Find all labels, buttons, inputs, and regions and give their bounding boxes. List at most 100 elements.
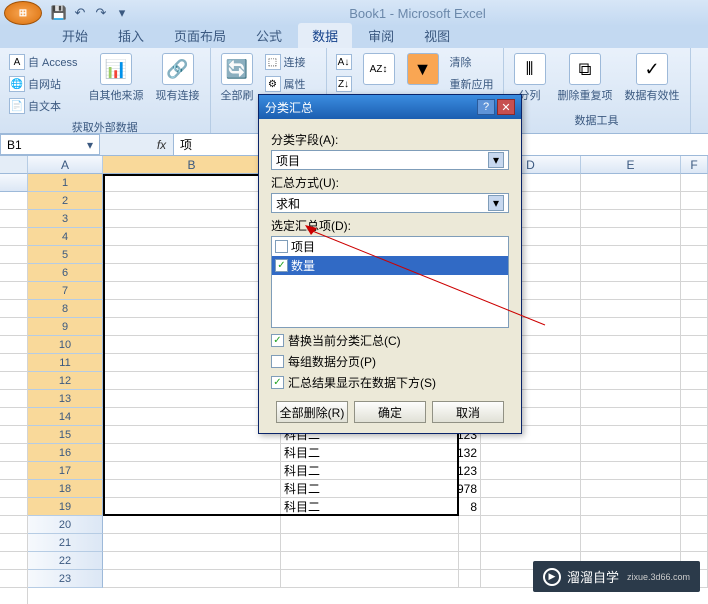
cell[interactable] <box>681 192 708 210</box>
cell[interactable] <box>459 552 481 570</box>
select-all-corner[interactable] <box>0 156 28 174</box>
cell[interactable] <box>0 318 28 336</box>
ok-button[interactable]: 确定 <box>354 401 426 423</box>
cell[interactable] <box>103 174 281 192</box>
cell[interactable] <box>0 480 28 498</box>
row-header[interactable]: 7 <box>28 282 103 300</box>
tab-view[interactable]: 视图 <box>410 23 464 48</box>
row-header[interactable]: 14 <box>28 408 103 426</box>
cell[interactable] <box>681 174 708 192</box>
cell[interactable] <box>0 516 28 534</box>
cell[interactable] <box>103 552 281 570</box>
cell[interactable] <box>481 534 581 552</box>
cell[interactable] <box>103 462 281 480</box>
cell[interactable]: 科目二 <box>281 462 459 480</box>
row-header[interactable]: 5 <box>28 246 103 264</box>
cell[interactable] <box>581 390 681 408</box>
cell[interactable] <box>103 516 281 534</box>
cell[interactable] <box>581 318 681 336</box>
cell[interactable]: 科目二 <box>281 498 459 516</box>
row-header[interactable]: 11 <box>28 354 103 372</box>
cell[interactable] <box>0 534 28 552</box>
reapply-button[interactable]: 重新应用 <box>447 73 497 95</box>
cell[interactable] <box>681 426 708 444</box>
undo-icon[interactable]: ↶ <box>71 4 89 22</box>
below-checkbox-row[interactable]: ✓汇总结果显示在数据下方(S) <box>271 374 509 391</box>
list-item[interactable]: 项目 <box>272 237 508 256</box>
from-other-button[interactable]: 📊自其他来源 <box>85 51 148 105</box>
cell[interactable] <box>103 372 281 390</box>
cell[interactable] <box>581 480 681 498</box>
cell[interactable] <box>681 498 708 516</box>
cell[interactable] <box>103 264 281 282</box>
row-header[interactable]: 23 <box>28 570 103 588</box>
row-header[interactable]: 6 <box>28 264 103 282</box>
cell[interactable] <box>681 318 708 336</box>
row-header[interactable]: 12 <box>28 372 103 390</box>
cell[interactable] <box>481 444 581 462</box>
cancel-button[interactable]: 取消 <box>432 401 504 423</box>
refresh-all-button[interactable]: 🔄全部刷 <box>217 51 258 105</box>
cell[interactable] <box>281 516 459 534</box>
sort-button[interactable]: AZ↕ <box>359 51 399 87</box>
office-button[interactable]: ⊞ <box>4 1 42 25</box>
cell[interactable] <box>281 570 459 588</box>
save-icon[interactable]: 💾 <box>50 4 68 22</box>
qat-dropdown-icon[interactable]: ▾ <box>113 4 131 22</box>
cell[interactable] <box>103 228 281 246</box>
cell[interactable] <box>681 246 708 264</box>
checkbox[interactable]: ✓ <box>275 259 288 272</box>
cell[interactable] <box>281 534 459 552</box>
cell[interactable] <box>459 516 481 534</box>
cell[interactable] <box>581 210 681 228</box>
cell[interactable] <box>681 516 708 534</box>
cell[interactable] <box>103 300 281 318</box>
subtotal-items-list[interactable]: 项目 ✓数量 <box>271 236 509 328</box>
cell[interactable] <box>103 318 281 336</box>
cell[interactable] <box>0 570 28 588</box>
cell[interactable] <box>0 426 28 444</box>
checkbox[interactable] <box>271 355 284 368</box>
cell[interactable] <box>281 552 459 570</box>
cell[interactable] <box>681 210 708 228</box>
cell[interactable] <box>681 534 708 552</box>
cell[interactable] <box>459 570 481 588</box>
column-header[interactable]: A <box>28 156 103 174</box>
remove-all-button[interactable]: 全部删除(R) <box>276 401 348 423</box>
cell[interactable] <box>0 372 28 390</box>
row-header[interactable]: 2 <box>28 192 103 210</box>
column-header[interactable]: B <box>103 156 281 174</box>
cell[interactable] <box>103 570 281 588</box>
replace-checkbox-row[interactable]: ✓替换当前分类汇总(C) <box>271 332 509 349</box>
cell[interactable] <box>581 174 681 192</box>
checkbox[interactable] <box>275 240 288 253</box>
cell[interactable] <box>681 408 708 426</box>
row-header[interactable]: 9 <box>28 318 103 336</box>
sort-desc-button[interactable]: Z↓ <box>333 73 355 95</box>
cell[interactable] <box>0 264 28 282</box>
cell[interactable] <box>0 282 28 300</box>
checkbox[interactable]: ✓ <box>271 376 284 389</box>
cell[interactable] <box>681 390 708 408</box>
cell[interactable] <box>581 192 681 210</box>
cell[interactable] <box>103 534 281 552</box>
tab-data[interactable]: 数据 <box>298 23 352 48</box>
column-header[interactable]: E <box>581 156 681 174</box>
row-header[interactable]: 15 <box>28 426 103 444</box>
cell[interactable] <box>103 192 281 210</box>
row-header[interactable]: 13 <box>28 390 103 408</box>
function-select[interactable]: 求和▾ <box>271 193 509 213</box>
cell[interactable] <box>581 354 681 372</box>
tab-home[interactable]: 开始 <box>48 23 102 48</box>
from-web-button[interactable]: 🌐自网站 <box>6 73 81 95</box>
tab-layout[interactable]: 页面布局 <box>160 23 240 48</box>
cell[interactable] <box>103 246 281 264</box>
row-header[interactable]: 21 <box>28 534 103 552</box>
cell[interactable] <box>0 444 28 462</box>
cell[interactable] <box>681 336 708 354</box>
cell[interactable] <box>0 552 28 570</box>
cell[interactable]: 132 <box>459 444 481 462</box>
row-header[interactable]: 10 <box>28 336 103 354</box>
cell[interactable] <box>0 390 28 408</box>
cell[interactable] <box>0 462 28 480</box>
